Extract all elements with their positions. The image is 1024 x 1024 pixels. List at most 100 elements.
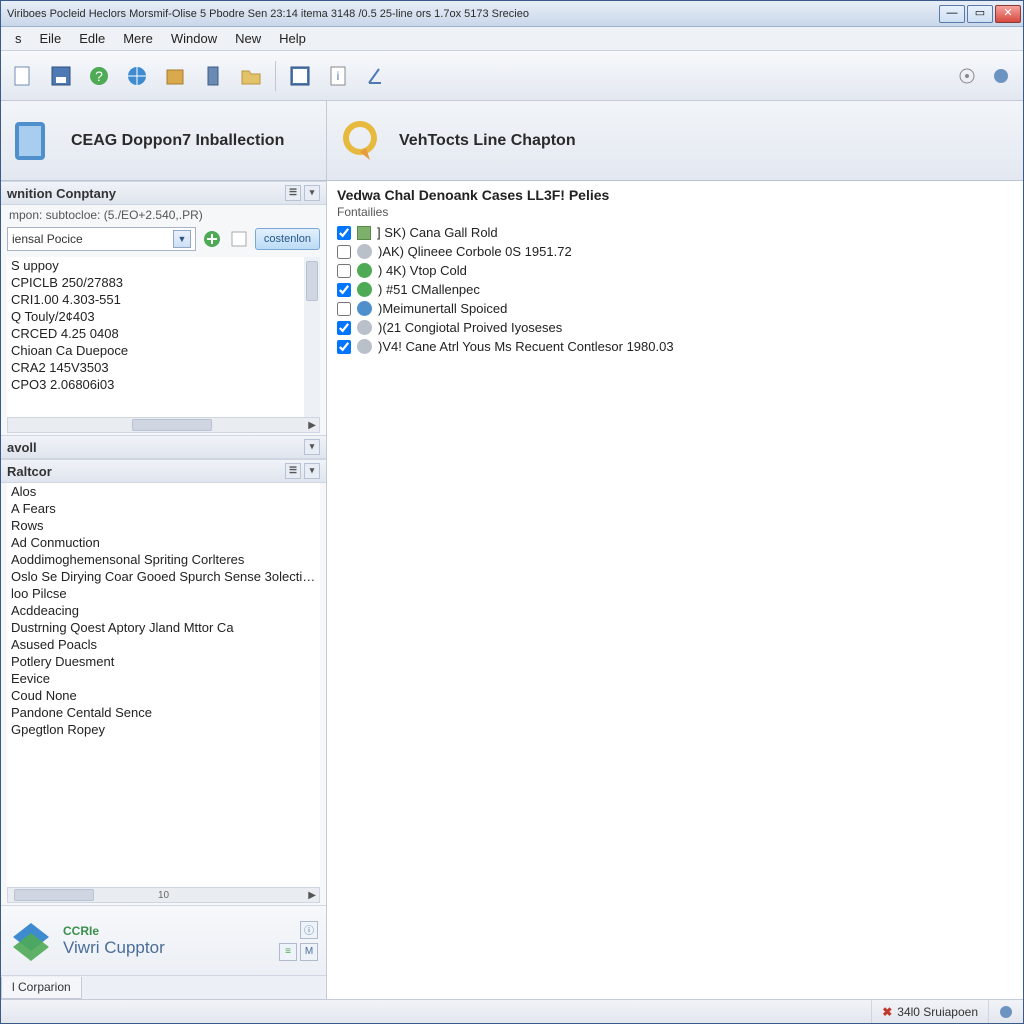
- list-item[interactable]: Chioan Ca Duepoce: [7, 342, 302, 359]
- panel1-combo[interactable]: iensal Pocice ▼: [7, 227, 196, 251]
- axis-tool-icon[interactable]: [362, 62, 390, 90]
- close-button[interactable]: ✕: [995, 5, 1021, 23]
- status-error[interactable]: ✖ 34l0 Sruiapoen: [871, 1000, 988, 1023]
- add-button[interactable]: [201, 228, 223, 250]
- filter-button[interactable]: costenlon: [255, 228, 320, 250]
- list-item[interactable]: Acddeacing: [7, 602, 320, 619]
- menu-edit[interactable]: Edle: [71, 29, 113, 48]
- panel2a-header: avoll ▾: [1, 435, 326, 459]
- panel2b-header: Raltcor ☰ ▾: [1, 459, 326, 483]
- blank-page-icon[interactable]: [9, 62, 37, 90]
- list-item[interactable]: Ad Conmuction: [7, 534, 320, 551]
- check-row[interactable]: )(21 Congiotal Proived Iyoseses: [337, 318, 1013, 337]
- square-icon: [357, 226, 371, 240]
- list-item[interactable]: Pandone Centald Sence: [7, 704, 320, 721]
- list-item[interactable]: loo Pilcse: [7, 585, 320, 602]
- list-item[interactable]: Oslo Se Dirying Coar Gooed Spurch Sense …: [7, 568, 320, 585]
- folder-icon[interactable]: [237, 62, 265, 90]
- check-row[interactable]: ) #51 CMallenpec: [337, 280, 1013, 299]
- panel1-list[interactable]: S uppoy CPICLB 250/27883 CRI1.00 4.303-5…: [7, 257, 320, 417]
- list-item[interactable]: Alos: [7, 483, 320, 500]
- view-pane-icon[interactable]: [286, 62, 314, 90]
- row-label: )V4! Cane Atrl Yous Ms Recuent Contlesor…: [378, 339, 674, 354]
- list-item[interactable]: Dustrning Qoest Aptory Jland Mttor Ca: [7, 619, 320, 636]
- window-title: Viriboes Pocleid Heclors Morsmif-Olise 5…: [1, 8, 529, 20]
- help-dot-icon[interactable]: [987, 62, 1015, 90]
- circle-icon: [357, 282, 372, 297]
- panel1-subtitle: mpon: subtocloe: (5./EO+2.540,.PR): [1, 205, 326, 227]
- check-row[interactable]: )AK) Qlineee Corbole 0S 1951.72: [337, 242, 1013, 261]
- menu-mere[interactable]: Mere: [115, 29, 161, 48]
- panel2-scrollbar-h[interactable]: 10▶: [7, 887, 320, 903]
- menubar: s Eile Edle Mere Window New Help: [1, 27, 1023, 51]
- list-item[interactable]: A Fears: [7, 500, 320, 517]
- row-checkbox[interactable]: [337, 340, 351, 354]
- list-item[interactable]: Eevice: [7, 670, 320, 687]
- app-window: Viriboes Pocleid Heclors Morsmif-Olise 5…: [0, 0, 1024, 1024]
- menu-file[interactable]: Eile: [32, 29, 70, 48]
- menu-s[interactable]: s: [7, 29, 30, 48]
- list-item[interactable]: Potlery Duesment: [7, 653, 320, 670]
- logo-text: CCRIe Viwri Cupptor: [63, 924, 165, 958]
- list-item[interactable]: CPICLB 250/27883: [7, 274, 302, 291]
- panel1-scrollbar-v[interactable]: [304, 257, 320, 417]
- row-checkbox[interactable]: [337, 226, 351, 240]
- check-row[interactable]: ) 4K) Vtop Cold: [337, 261, 1013, 280]
- help-green-icon[interactable]: ?: [85, 62, 113, 90]
- server-icon[interactable]: [199, 62, 227, 90]
- error-x-icon: ✖: [882, 1005, 892, 1019]
- list-item[interactable]: Q Touly/2¢403: [7, 308, 302, 325]
- maximize-button[interactable]: ▭: [967, 5, 993, 23]
- banner: CEAG Doppon7 Inballection VehTocts Line …: [1, 101, 1023, 181]
- row-checkbox[interactable]: [337, 245, 351, 259]
- list-item[interactable]: Aoddimoghemensonal Spriting Corlteres: [7, 551, 320, 568]
- panel2-list[interactable]: Alos A Fears Rows Ad Conmuction Aoddimog…: [7, 483, 320, 887]
- info-page-icon[interactable]: i: [324, 62, 352, 90]
- list-item[interactable]: Asused Poacls: [7, 636, 320, 653]
- product-name: Viwri Cupptor: [63, 938, 165, 958]
- banner-right: VehTocts Line Chapton: [327, 101, 1023, 180]
- package-icon[interactable]: [161, 62, 189, 90]
- history-button[interactable]: [228, 228, 250, 250]
- status-help-icon[interactable]: [988, 1000, 1023, 1023]
- save-disk-icon[interactable]: [47, 62, 75, 90]
- check-row[interactable]: )V4! Cane Atrl Yous Ms Recuent Contlesor…: [337, 337, 1013, 356]
- row-checkbox[interactable]: [337, 283, 351, 297]
- panel1-collapse-button[interactable]: ▾: [304, 185, 320, 201]
- m-mini-icon[interactable]: M: [300, 943, 318, 961]
- statusbar: ✖ 34l0 Sruiapoen: [1, 999, 1023, 1023]
- list-item[interactable]: CRCED 4.25 0408: [7, 325, 302, 342]
- menu-new[interactable]: New: [227, 29, 269, 48]
- check-row[interactable]: )Meimunertall Spoiced: [337, 299, 1013, 318]
- globe-icon[interactable]: [123, 62, 151, 90]
- info-mini-icon[interactable]: ⓘ: [300, 921, 318, 939]
- minimize-button[interactable]: —: [939, 5, 965, 23]
- menu-window[interactable]: Window: [163, 29, 225, 48]
- logo-right: ⓘ ≡ M: [279, 921, 318, 961]
- panel2b-menu-button[interactable]: ☰: [285, 463, 301, 479]
- panel1-title: wnition Conptany: [7, 186, 116, 201]
- panel2b-collapse-button[interactable]: ▾: [304, 463, 320, 479]
- panel1-scrollbar-h[interactable]: ▶: [7, 417, 320, 433]
- row-label: )(21 Congiotal Proived Iyoseses: [378, 320, 562, 335]
- menu-help[interactable]: Help: [271, 29, 314, 48]
- row-checkbox[interactable]: [337, 264, 351, 278]
- row-checkbox[interactable]: [337, 302, 351, 316]
- list-item[interactable]: CRA2 145V3503: [7, 359, 302, 376]
- list-item[interactable]: Gpegtlon Ropey: [7, 721, 320, 738]
- menu-mini-icon[interactable]: ≡: [279, 943, 297, 961]
- list-item[interactable]: S uppoy: [7, 257, 302, 274]
- list-item[interactable]: CRI1.00 4.303-551: [7, 291, 302, 308]
- list-item[interactable]: Rows: [7, 517, 320, 534]
- list-item[interactable]: Coud None: [7, 687, 320, 704]
- panel1-menu-button[interactable]: ☰: [285, 185, 301, 201]
- target-icon[interactable]: [953, 62, 981, 90]
- list-item[interactable]: CPO3 2.06806i03: [7, 376, 302, 393]
- row-checkbox[interactable]: [337, 321, 351, 335]
- svg-text:?: ?: [95, 68, 103, 84]
- svg-text:i: i: [337, 69, 340, 83]
- footer-tab[interactable]: l Corparion: [1, 977, 82, 999]
- panel2a-collapse-button[interactable]: ▾: [304, 439, 320, 455]
- brand-logo-icon: [9, 919, 53, 963]
- check-row[interactable]: ] SK) Cana Gall Rold: [337, 223, 1013, 242]
